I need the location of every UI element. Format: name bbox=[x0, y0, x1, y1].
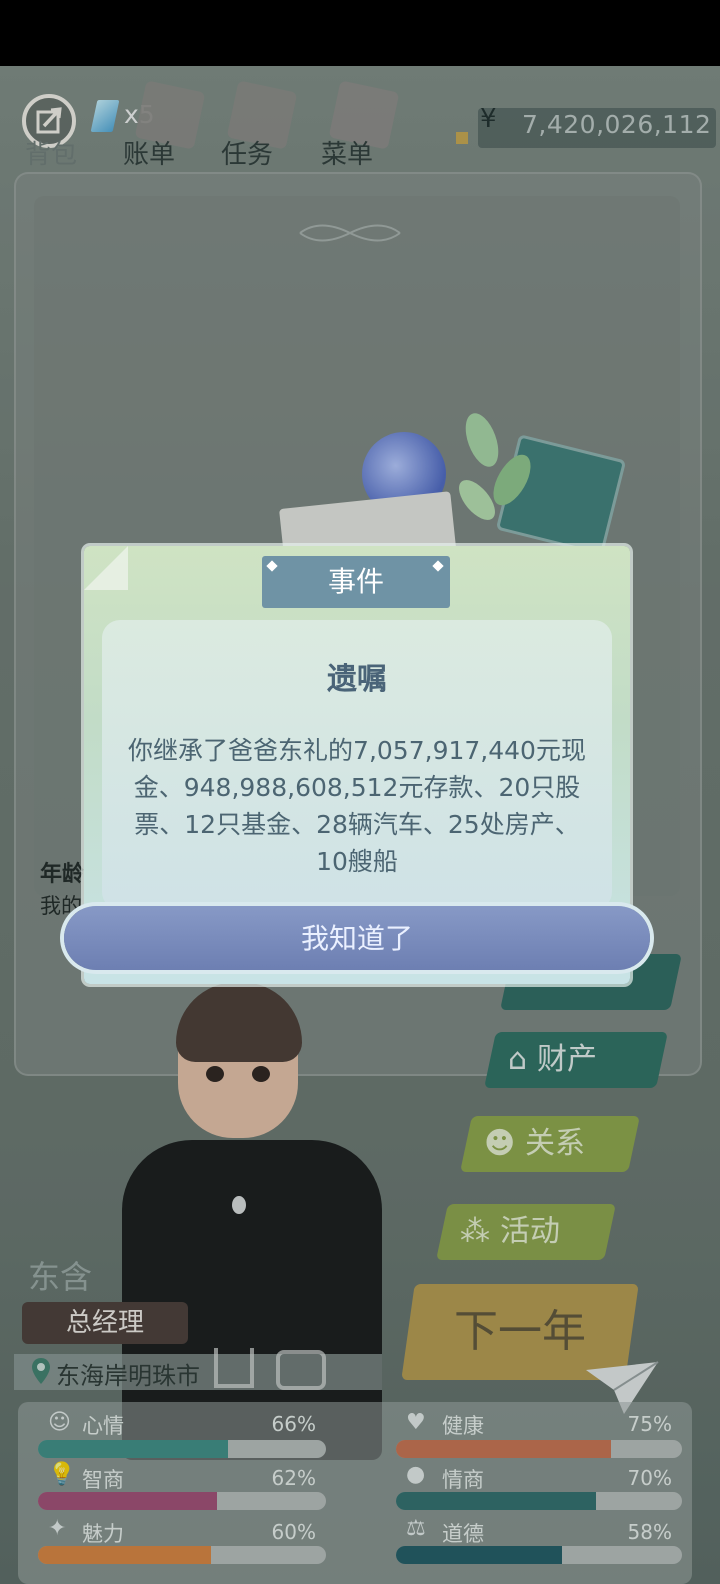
status-bar bbox=[0, 0, 720, 66]
event-title: 遗嘱 bbox=[327, 662, 387, 697]
event-message: 你继承了爸爸东礼的7,057,917,440元现金、948,988,608,51… bbox=[128, 736, 586, 876]
event-tag: 事件 bbox=[262, 556, 450, 608]
confirm-button[interactable]: 我知道了 bbox=[64, 906, 650, 970]
